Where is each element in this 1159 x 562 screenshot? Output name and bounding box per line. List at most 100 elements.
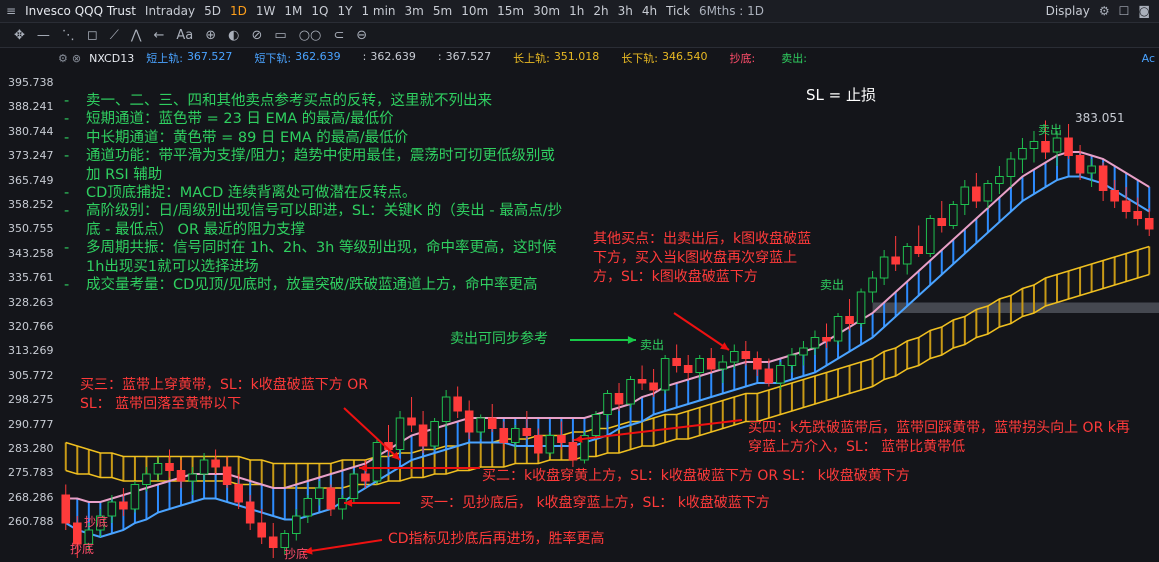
candle-body	[61, 494, 71, 524]
candle-body	[776, 365, 785, 384]
candle-body	[268, 536, 278, 548]
interval-tab[interactable]: Intraday	[145, 4, 195, 18]
drawing-tool-icon[interactable]: ⋱	[62, 28, 75, 43]
buy4-note: 买四：k先跌破蓝带后，蓝带回踩黄带，蓝带拐头向上 OR k再穿蓝上方介入，SL：…	[748, 420, 1130, 455]
legend-value: 346.540	[662, 50, 708, 63]
candle-body	[395, 417, 405, 450]
range-select[interactable]: 6Mths : 1D	[699, 4, 764, 18]
interval-tab[interactable]: 10m	[461, 4, 488, 18]
drawing-tool-icon[interactable]: ⊘	[252, 28, 263, 43]
candle-body	[902, 246, 912, 265]
interval-tab[interactable]: 3m	[405, 4, 424, 18]
other-buy-note: 其他买点：出卖出后，k图收盘破蓝下方，买入当k图收盘再次穿蓝上方，SL：k图收盘…	[593, 231, 812, 285]
candle-body	[1041, 141, 1050, 153]
candle-body	[199, 459, 209, 475]
interval-tab[interactable]: 1W	[256, 4, 276, 18]
candle-body	[614, 393, 624, 405]
y-tick-label: 365.749	[8, 173, 54, 187]
interval-tab[interactable]: 5D	[204, 4, 221, 18]
indicator-name: NXCD13	[89, 51, 135, 65]
display-button[interactable]: Display	[1046, 4, 1090, 18]
interval-tabs: Intraday 5D 1D 1W 1M 1Q 1Y 1 min 3m 5m 10m 15m 30m 1h…	[145, 4, 699, 18]
settings-icon[interactable]: ⚙	[58, 52, 68, 65]
interval-tab[interactable]: Tick	[666, 4, 690, 18]
drawing-tool-icon[interactable]: ⋀	[131, 28, 142, 43]
drawing-tool-icon[interactable]: ⊖	[356, 28, 367, 43]
interval-tab[interactable]: 1 min	[361, 4, 395, 18]
candle-body	[234, 484, 243, 503]
candle-body	[407, 417, 416, 426]
y-tick-label: 343.258	[8, 246, 54, 260]
drawing-tool-icon[interactable]: —	[37, 28, 50, 43]
candle-body	[510, 428, 520, 443]
note-line: - 通道功能：带平滑为支撑/阻力；趋势中使用最佳，震荡时可切更低级别或加 RSI …	[64, 147, 564, 184]
interval-tab[interactable]: 5m	[433, 4, 452, 18]
drawing-toolbar: ✥ — ⋱ ◻ ⟋ ⋀ ← Aa ⊕ ◐ ⊘ ▭ ○○ ⊂ ⊖	[0, 23, 1159, 48]
camera-icon[interactable]: ◙	[1138, 4, 1150, 18]
note-line: - 高阶级别：日/周级别出现信号可以即进，SL：关键K 的（卖出 - 最高点/抄底…	[64, 203, 563, 238]
interval-tab[interactable]: 1h	[569, 4, 584, 18]
interval-tab[interactable]: 15m	[497, 4, 524, 18]
candle-body	[1110, 190, 1119, 202]
interval-tab[interactable]: 2h	[593, 4, 608, 18]
candle-body	[753, 358, 762, 370]
candle-body	[914, 246, 924, 254]
candle-body	[868, 277, 877, 293]
candle-body	[257, 522, 267, 538]
drawing-tool-icon[interactable]: Aa	[176, 28, 193, 43]
candle-body	[119, 501, 128, 510]
bottom-signal-label: 抄底	[84, 515, 109, 529]
arrow-head	[720, 342, 729, 350]
candle-body	[833, 316, 843, 342]
drawing-tool-icon[interactable]: ◻	[87, 28, 98, 43]
settings-icon[interactable]: ⚙	[1099, 4, 1110, 18]
menu-icon[interactable]: ≡	[6, 4, 16, 18]
interval-tab[interactable]: 1D	[230, 4, 247, 18]
candle-body	[522, 428, 532, 436]
candle-body	[326, 487, 336, 510]
candle-body	[729, 351, 739, 363]
checkbox-icon[interactable]: ☐	[1119, 4, 1130, 18]
drawing-tool-icon[interactable]: ◐	[228, 28, 239, 43]
interval-tab[interactable]: 4h	[642, 4, 657, 18]
interval-tab[interactable]: 3h	[618, 4, 633, 18]
drawing-tool-icon[interactable]: ←	[153, 28, 164, 43]
y-tick-label: 335.761	[8, 271, 54, 285]
interval-tab[interactable]: 30m	[533, 4, 560, 18]
sell-signal-label: 卖出	[640, 338, 665, 352]
note-text: 中长期通道：黄色带 = 89 日 EMA 的最高/最低价	[86, 129, 409, 146]
candle-body	[603, 393, 612, 415]
indicator-legend: ⚙ ⊗ NXCD13 短上轨: 367.527 短下轨: 362.639:362.63…	[0, 48, 1159, 68]
candle-body	[695, 358, 705, 373]
candle-body	[430, 421, 439, 447]
candle-body	[130, 484, 140, 510]
note-text: 通道功能：带平滑为支撑/阻力；趋势中使用最佳，震荡时可切更低级别或加 RSI 辅…	[86, 148, 555, 183]
sell-signal-label: 卖出	[820, 278, 845, 292]
drawing-tool-icon[interactable]: ▭	[274, 28, 286, 43]
note-text: 多周期共振：信号同时在 1h、2h、3h 等级别出现，命中率更高，这时候1h出现…	[86, 240, 557, 275]
candle-body	[995, 176, 1004, 184]
candle-body	[476, 417, 486, 433]
y-tick-label: 298.275	[8, 393, 54, 407]
sl-note: SL = 止损	[806, 86, 876, 104]
drawing-tool-icon[interactable]: ○○	[299, 28, 322, 43]
candle-body	[245, 501, 255, 524]
close-icon[interactable]: ⊗	[72, 52, 81, 65]
interval-tab[interactable]: 1M	[284, 4, 302, 18]
arrow-head	[627, 336, 636, 344]
legend-label: 抄底:	[729, 52, 756, 65]
drawing-tool-icon[interactable]: ⊂	[333, 28, 344, 43]
interval-tab[interactable]: 1Y	[337, 4, 352, 18]
legend-value: 362.639	[295, 50, 341, 63]
drawing-tool-icon[interactable]: ⟋	[110, 28, 119, 43]
drawing-tool-icon[interactable]: ⊕	[205, 28, 216, 43]
y-tick-label: 260.788	[8, 515, 54, 529]
sell-signal-label: 卖出	[1038, 123, 1063, 137]
drawing-tool-icon[interactable]: ✥	[14, 28, 25, 43]
candle-body	[361, 473, 370, 482]
symbol-title[interactable]: Invesco QQQ Trust	[25, 4, 136, 18]
resistance-zone	[872, 302, 1159, 313]
candle-body	[660, 358, 670, 391]
interval-tab[interactable]: 1Q	[311, 4, 328, 18]
candle-body	[764, 368, 774, 384]
